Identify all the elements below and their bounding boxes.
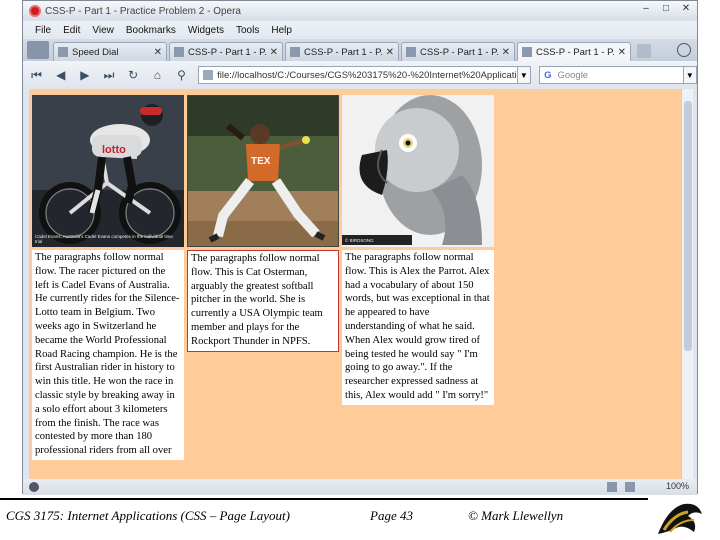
tab-close-icon[interactable]: ✕ bbox=[386, 47, 394, 58]
back-icon[interactable]: ◀ bbox=[50, 65, 71, 85]
cyclist-image: lotto Cadel Evans, Australia's Cadel Eva… bbox=[32, 95, 184, 247]
tab-label: CSS-P - Part 1 - P... bbox=[304, 46, 382, 58]
speed-dial-icon bbox=[58, 47, 68, 57]
close-icon[interactable]: ✕ bbox=[679, 3, 693, 14]
page-icon bbox=[203, 70, 214, 80]
svg-text:TEX: TEX bbox=[251, 156, 271, 167]
ucf-pegasus-logo bbox=[654, 498, 706, 538]
forward-icon[interactable]: ▶ bbox=[74, 65, 95, 85]
scrollbar-thumb[interactable] bbox=[684, 101, 692, 351]
softball-image: TEX bbox=[187, 95, 339, 247]
menu-bar: File Edit View Bookmarks Widgets Tools H… bbox=[23, 21, 697, 39]
chevron-down-icon[interactable]: ▼ bbox=[517, 66, 532, 84]
page-icon bbox=[406, 47, 416, 57]
window-title: CSS-P - Part 1 - Practice Problem 2 - Op… bbox=[45, 5, 241, 17]
tab-close-icon[interactable]: ✕ bbox=[502, 47, 510, 58]
parrot-image: © BIRDSONG bbox=[342, 95, 494, 247]
navigation-bar: ⏮ ◀ ▶ ⏭ ↻ ⌂ ⚲ file://localhost/C:/Course… bbox=[23, 61, 698, 89]
title-bar: CSS-P - Part 1 - Practice Problem 2 - Op… bbox=[23, 1, 697, 21]
window-controls: – □ ✕ bbox=[639, 3, 693, 14]
menu-help[interactable]: Help bbox=[271, 25, 292, 36]
tab-speed-dial[interactable]: Speed Dial ✕ bbox=[53, 42, 167, 61]
menu-widgets[interactable]: Widgets bbox=[188, 25, 224, 36]
closed-tabs-icon[interactable] bbox=[677, 43, 691, 57]
page-content: lotto Cadel Evans, Australia's Cadel Eva… bbox=[29, 89, 693, 479]
footer-divider bbox=[0, 498, 648, 500]
zoom-level[interactable]: 100% bbox=[666, 481, 689, 491]
page-icon bbox=[174, 47, 184, 57]
home-icon[interactable]: ⌂ bbox=[147, 65, 168, 85]
parrot-paragraph: The paragraphs follow normal flow. This … bbox=[342, 250, 494, 405]
svg-text:lotto: lotto bbox=[102, 144, 126, 156]
tab-page[interactable]: CSS-P - Part 1 - P... ✕ bbox=[169, 42, 283, 61]
panel-toggle-icon[interactable] bbox=[27, 41, 49, 59]
tab-bar: Speed Dial ✕ CSS-P - Part 1 - P... ✕ CSS… bbox=[23, 39, 697, 61]
address-text: file://localhost/C:/Courses/CGS%203175%2… bbox=[217, 69, 518, 81]
menu-tools[interactable]: Tools bbox=[236, 25, 259, 36]
view-icon[interactable] bbox=[625, 482, 635, 492]
footer-page-number: Page 43 bbox=[370, 508, 413, 523]
softball-paragraph: The paragraphs follow normal flow. This … bbox=[187, 250, 339, 352]
tab-label: Speed Dial bbox=[72, 46, 119, 58]
google-icon: G bbox=[544, 69, 552, 81]
footer-author: © Mark Llewellyn bbox=[468, 508, 564, 523]
tab-label: CSS-P - Part 1 - P... bbox=[188, 46, 266, 58]
tab-label: CSS-P - Part 1 - P... bbox=[420, 46, 498, 58]
address-field[interactable]: file://localhost/C:/Courses/CGS%203175%2… bbox=[198, 66, 518, 84]
security-icon[interactable]: ⚲ bbox=[171, 65, 192, 85]
cyclist-paragraph: The paragraphs follow normal flow. The r… bbox=[32, 250, 184, 460]
search-placeholder: Google bbox=[557, 69, 589, 81]
panel-icon[interactable] bbox=[607, 482, 617, 492]
tab-page[interactable]: CSS-P - Part 1 - P... ✕ bbox=[285, 42, 399, 61]
search-input[interactable]: G Google bbox=[539, 66, 684, 84]
tab-close-icon[interactable]: ✕ bbox=[154, 47, 162, 58]
reload-icon[interactable]: ↻ bbox=[123, 65, 144, 85]
content-column-parrot: © BIRDSONG The paragraphs follow normal … bbox=[342, 95, 494, 405]
image-caption: © BIRDSONG bbox=[345, 238, 374, 243]
content-column-softball: TEX The paragraphs follow normal flow. T… bbox=[187, 95, 339, 352]
new-tab-button[interactable] bbox=[637, 44, 651, 58]
page-icon bbox=[290, 47, 300, 57]
chevron-down-icon[interactable]: ▼ bbox=[683, 66, 698, 84]
menu-view[interactable]: View bbox=[92, 25, 114, 36]
tab-active[interactable]: CSS-P - Part 1 - P... ✕ bbox=[517, 42, 631, 61]
page-icon bbox=[522, 47, 532, 57]
fast-forward-icon[interactable]: ⏭ bbox=[98, 65, 119, 85]
minimize-icon[interactable]: – bbox=[639, 3, 653, 14]
menu-file[interactable]: File bbox=[35, 25, 51, 36]
tab-label: CSS-P - Part 1 - P... bbox=[536, 46, 614, 58]
content-column-cyclist: lotto Cadel Evans, Australia's Cadel Eva… bbox=[32, 95, 184, 460]
tab-close-icon[interactable]: ✕ bbox=[270, 47, 278, 58]
status-bar: 100% bbox=[23, 479, 697, 495]
image-caption: Cadel Evans, Australia's Cadel Evans com… bbox=[35, 234, 173, 244]
opera-logo-icon[interactable] bbox=[29, 5, 41, 17]
tab-page[interactable]: CSS-P - Part 1 - P... ✕ bbox=[401, 42, 515, 61]
menu-bookmarks[interactable]: Bookmarks bbox=[126, 25, 176, 36]
browser-window: CSS-P - Part 1 - Practice Problem 2 - Op… bbox=[22, 0, 698, 495]
footer-course: CGS 3175: Internet Applications (CSS – P… bbox=[6, 508, 290, 523]
menu-edit[interactable]: Edit bbox=[63, 25, 80, 36]
opera-unite-icon[interactable] bbox=[29, 482, 39, 492]
tab-close-icon[interactable]: ✕ bbox=[618, 47, 626, 58]
maximize-icon[interactable]: □ bbox=[659, 3, 673, 14]
rewind-icon[interactable]: ⏮ bbox=[26, 65, 47, 85]
vertical-scrollbar[interactable] bbox=[681, 89, 693, 479]
